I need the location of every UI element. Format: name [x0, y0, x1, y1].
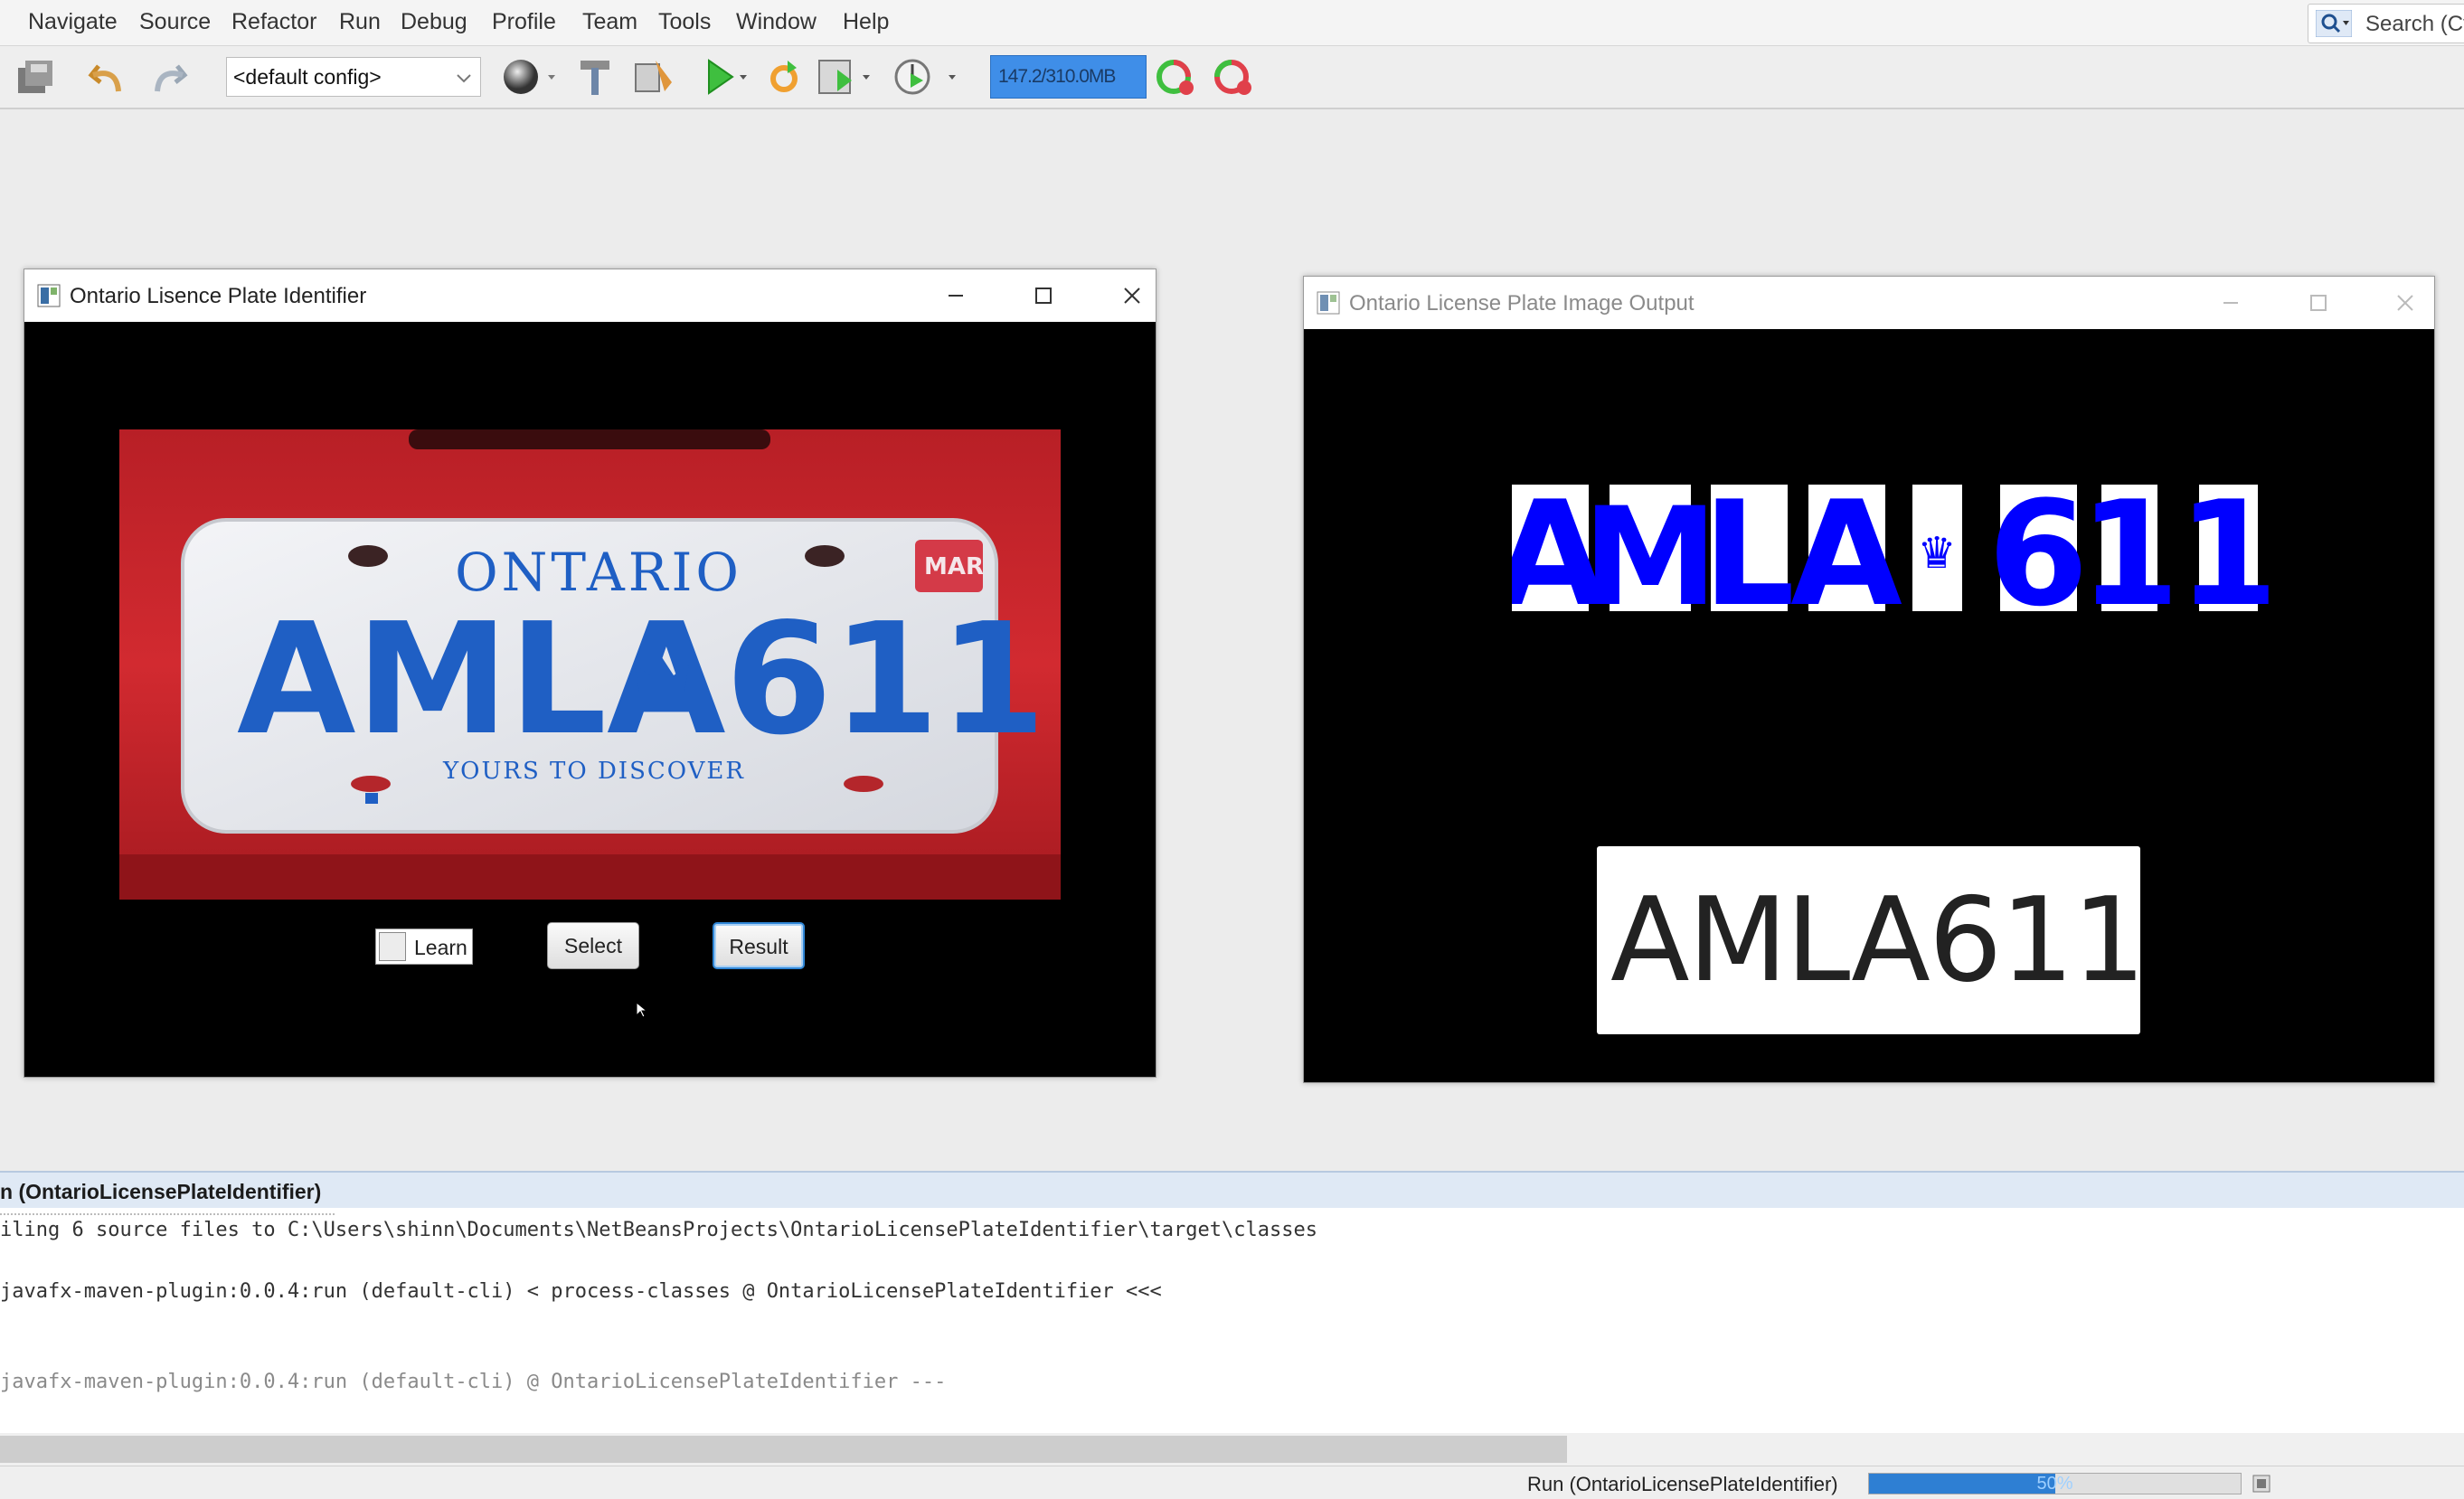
maximize-icon[interactable]	[2300, 288, 2337, 318]
output-tab-title: n (OntarioLicensePlateIdentifier)	[0, 1180, 322, 1203]
gc-alt-icon[interactable]	[1212, 55, 1259, 99]
progress-label: 50%	[2036, 1474, 2073, 1494]
char-tile-5: 6	[1987, 477, 2088, 613]
status-bar: Run (OntarioLicensePlateIdentifier) 50%	[0, 1466, 2464, 1499]
char-glyph: 1	[2177, 477, 2271, 613]
ide-search-field[interactable]: Search (Ct	[2308, 4, 2464, 43]
result-text-box: AMLA611	[1597, 846, 2146, 1034]
char-tile-6: 1	[2079, 477, 2179, 613]
save-all-icon[interactable]	[13, 55, 63, 99]
result-button[interactable]: Result	[713, 922, 805, 969]
crown-glyph: ♛	[1917, 528, 1956, 579]
output-line: javafx-maven-plugin:0.0.4:run (default-c…	[0, 1280, 1162, 1303]
plate-sticker: MAR	[924, 553, 984, 580]
segmented-characters: A M L A ♛ 6 1 1	[1512, 477, 2271, 613]
menu-run[interactable]: Run	[339, 9, 381, 35]
mouse-cursor-icon	[636, 1002, 648, 1018]
char-tile-7: 1	[2177, 477, 2271, 613]
plate-number-right: 611	[725, 590, 1046, 769]
menubar: Navigate Source Refactor Run Debug Profi…	[0, 0, 2464, 46]
minimize-icon[interactable]	[2213, 288, 2249, 318]
learn-checkbox[interactable]: Learn	[375, 929, 473, 965]
menu-profile[interactable]: Profile	[492, 9, 556, 35]
config-select[interactable]: <default config>	[226, 57, 481, 97]
java-app-icon	[1317, 291, 1340, 315]
license-plate-photo: MAR ONTARIO AMLA 611 YOURS TO DISCOVER	[119, 429, 1061, 900]
window-titlebar[interactable]: Ontario License Plate Image Output	[1304, 277, 2434, 329]
memory-meter-label: 147.2/310.0MB	[998, 66, 1116, 87]
undo-icon[interactable]	[86, 55, 131, 99]
menu-tools[interactable]: Tools	[658, 9, 711, 35]
profile-icon[interactable]	[891, 55, 963, 99]
char-tile-1: M	[1582, 479, 1717, 613]
learn-label: Learn	[414, 936, 467, 959]
output-console[interactable]: iling 6 source files to C:\Users\shinn\D…	[0, 1208, 2464, 1434]
char-tile-2: L	[1703, 477, 1795, 613]
menu-navigate[interactable]: Navigate	[28, 9, 118, 35]
menu-debug[interactable]: Debug	[401, 9, 467, 35]
output-divider	[0, 1208, 335, 1215]
output-line: javafx-maven-plugin:0.0.4:run (default-c…	[0, 1371, 947, 1393]
search-icon	[2316, 10, 2352, 37]
java-app-icon	[37, 284, 61, 307]
char-tile-4: ♛	[1912, 485, 1962, 611]
cancel-task-icon[interactable]	[2252, 1474, 2271, 1494]
horizontal-scrollbar-thumb[interactable]	[0, 1436, 1567, 1463]
plate-slogan: YOURS TO DISCOVER	[442, 758, 745, 785]
char-tile-3: A	[1790, 477, 1902, 613]
char-glyph: A	[1790, 477, 1902, 613]
result-text: AMLA611	[1610, 873, 2146, 1008]
clean-build-icon[interactable]	[630, 55, 677, 99]
select-button[interactable]: Select	[547, 922, 639, 969]
char-glyph: L	[1703, 477, 1795, 613]
output-tab-header[interactable]: n (OntarioLicensePlateIdentifier)	[0, 1171, 2464, 1210]
minimize-icon[interactable]	[938, 280, 974, 311]
output-line: iling 6 source files to C:\Users\shinn\D…	[0, 1219, 1317, 1241]
debug-icon[interactable]	[814, 55, 877, 99]
window-title: Ontario Lisence Plate Identifier	[70, 284, 367, 308]
gc-icon[interactable]	[1154, 55, 1201, 99]
char-glyph: 1	[2079, 477, 2179, 613]
toolbar: <default config> 147.2/310.0MB	[0, 46, 2464, 109]
menu-refactor[interactable]: Refactor	[231, 9, 316, 35]
menu-team[interactable]: Team	[582, 9, 637, 35]
memory-meter[interactable]: 147.2/310.0MB	[990, 55, 1147, 99]
window-titlebar[interactable]: Ontario Lisence Plate Identifier	[24, 269, 1156, 322]
search-placeholder: Search (Ct	[2365, 12, 2464, 36]
menu-help[interactable]: Help	[843, 9, 889, 35]
globe-icon[interactable]	[499, 55, 562, 99]
run-icon[interactable]	[702, 55, 752, 99]
status-text: Run (OntarioLicensePlateIdentifier)	[1527, 1473, 1838, 1495]
run-progress-bar[interactable]: 50%	[1868, 1473, 2242, 1494]
plate-identifier-window: Ontario Lisence Plate Identifier MAR ONT…	[24, 269, 1156, 1078]
menu-window[interactable]: Window	[736, 9, 817, 35]
menu-source[interactable]: Source	[139, 9, 211, 35]
checkbox-box[interactable]	[379, 932, 406, 961]
close-icon[interactable]	[2387, 288, 2423, 318]
char-glyph: M	[1582, 479, 1717, 613]
char-glyph: 6	[1987, 477, 2088, 613]
config-select-value: <default config>	[233, 65, 382, 89]
maximize-icon[interactable]	[1025, 280, 1062, 311]
hammer-icon[interactable]	[575, 55, 615, 99]
window-title: Ontario License Plate Image Output	[1349, 291, 1695, 316]
image-output-window: Ontario License Plate Image Output A M L…	[1303, 276, 2435, 1083]
chevron-down-icon	[457, 74, 471, 83]
reload-icon[interactable]	[764, 55, 804, 99]
redo-icon[interactable]	[145, 55, 190, 99]
close-icon[interactable]	[1114, 280, 1150, 311]
